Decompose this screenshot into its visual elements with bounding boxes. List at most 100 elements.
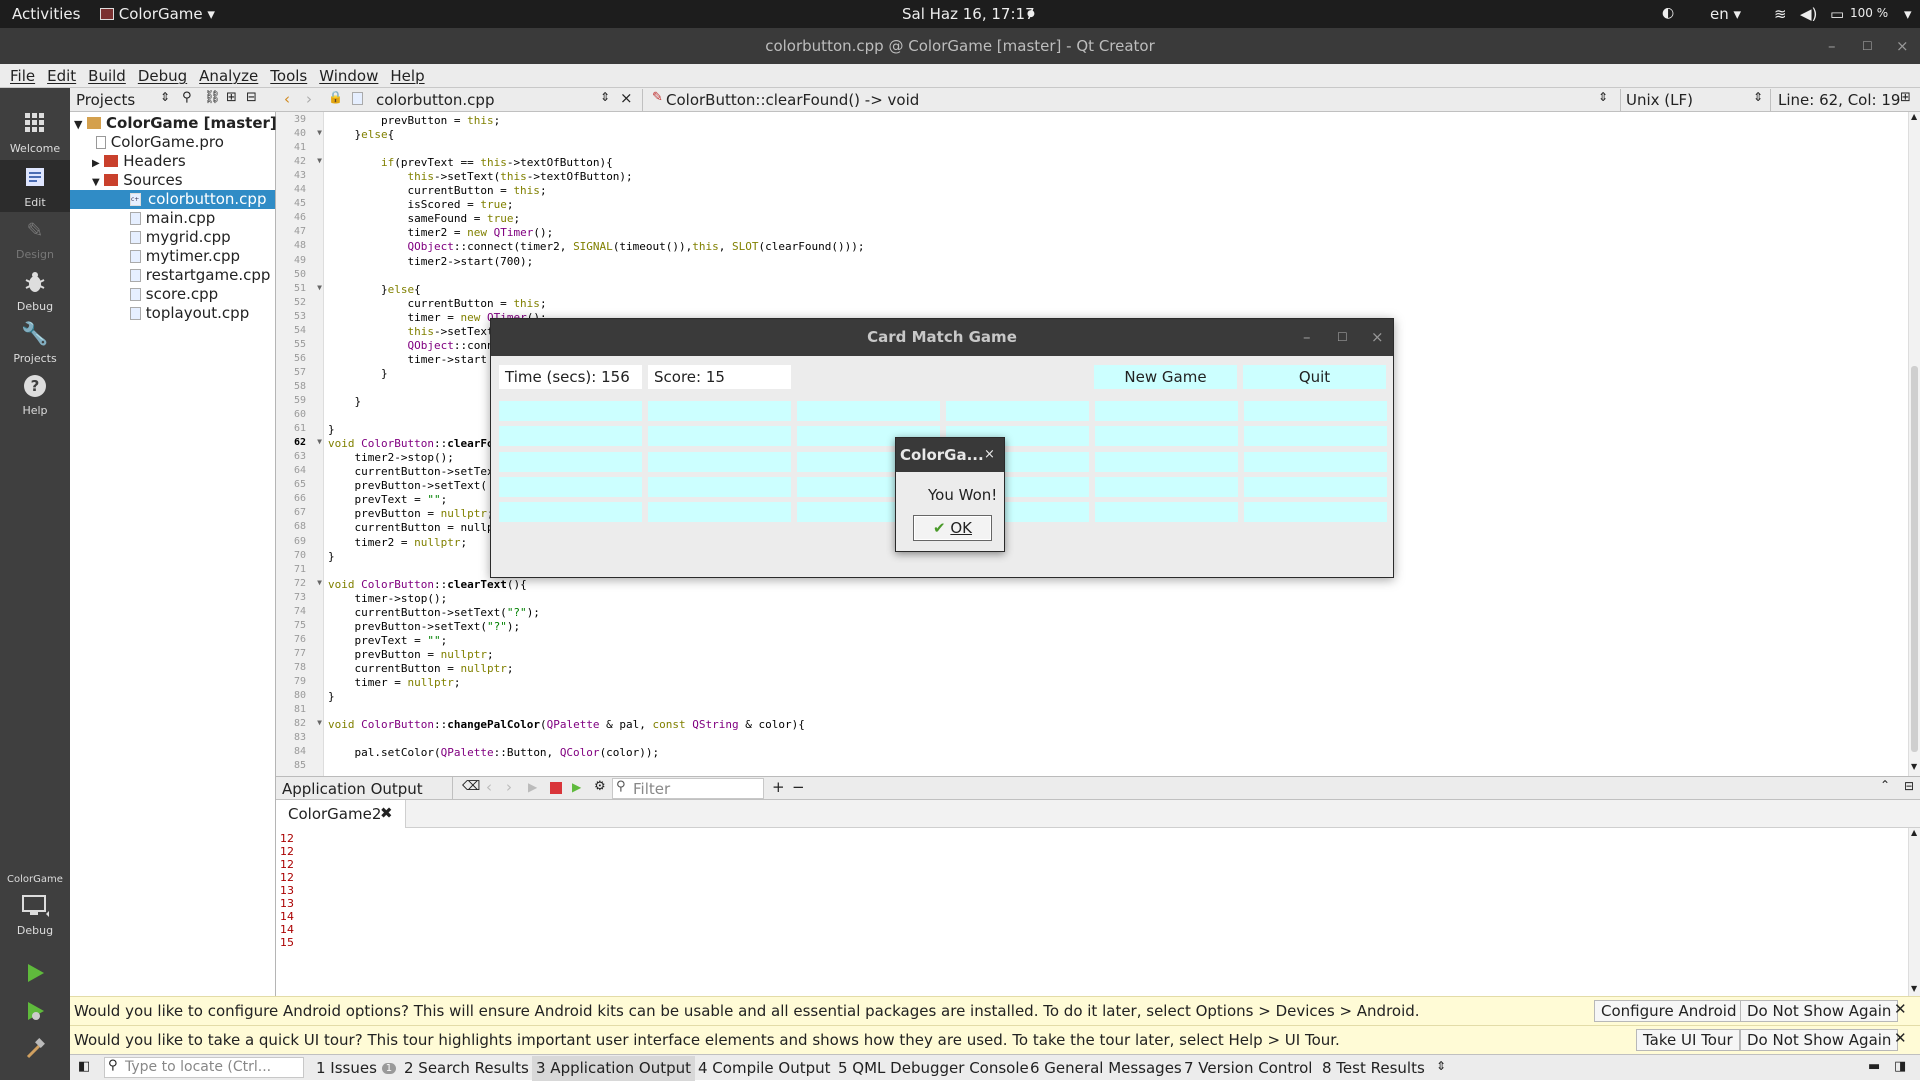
fold-marker-icon[interactable]: ▼ — [312, 283, 322, 292]
fold-marker-icon[interactable]: ▼ — [312, 578, 322, 587]
toggle-sidebar-icon[interactable]: ◧ — [78, 1059, 90, 1074]
menu-analyze[interactable]: Analyze — [193, 64, 264, 85]
card-button[interactable] — [1244, 426, 1387, 446]
pane-tab-general-messages[interactable]: 6 General Messages — [1030, 1059, 1182, 1077]
editor-scrollbar[interactable]: ▲ ▼ — [1908, 112, 1920, 776]
tree-item-pro[interactable]: ColorGame.pro — [96, 133, 224, 152]
close-icon[interactable]: × — [1896, 28, 1909, 64]
menu-help[interactable]: Help — [384, 64, 430, 85]
menu-window[interactable]: Window — [313, 64, 384, 85]
line-ending-combo[interactable]: Unix (LF) — [1620, 91, 1693, 109]
fold-marker-icon[interactable]: ▼ — [312, 156, 322, 165]
build-button[interactable] — [0, 1038, 70, 1063]
card-button[interactable] — [648, 426, 791, 446]
prev-icon[interactable]: ‹ — [486, 778, 492, 796]
forward-icon[interactable]: › — [306, 90, 312, 108]
progress-toggle-icon[interactable]: ▬ — [1868, 1059, 1880, 1074]
pane-tab-search-results[interactable]: 2 Search Results — [404, 1059, 529, 1077]
tree-root[interactable]: ▼ ColorGame [master] — [74, 114, 277, 133]
wifi-icon[interactable]: ≋ — [1774, 5, 1787, 23]
card-button[interactable] — [797, 401, 940, 421]
battery-icon[interactable]: ▭ — [1830, 5, 1844, 23]
do-not-show-again-button[interactable]: Do Not Show Again — [1740, 1000, 1899, 1022]
tree-file-score[interactable]: score.cpp — [130, 285, 218, 304]
close-infobar-icon[interactable]: ✕ — [1894, 1000, 1907, 1018]
tree-file-mytimer[interactable]: mytimer.cpp — [130, 247, 240, 266]
pane-tab-application-output[interactable]: 3 Application Output — [532, 1056, 695, 1081]
card-button[interactable] — [499, 401, 642, 421]
tree-file-main[interactable]: main.cpp — [130, 209, 215, 228]
open-file-combo[interactable]: colorbutton.cpp — [376, 91, 494, 109]
combo-arrows-icon[interactable]: ⇕ — [1753, 90, 1763, 104]
card-button[interactable] — [1244, 452, 1387, 472]
menu-build[interactable]: Build — [82, 64, 132, 85]
scroll-down-icon[interactable]: ▼ — [1911, 984, 1917, 993]
quit-button[interactable]: Quit — [1243, 365, 1386, 389]
pane-tab-issues[interactable]: 1 Issues 1 — [316, 1059, 397, 1077]
card-button[interactable] — [1095, 502, 1238, 522]
language-indicator[interactable]: en ▾ — [1710, 5, 1741, 23]
scroll-up-icon[interactable]: ▲ — [1911, 828, 1917, 837]
fold-marker-icon[interactable]: ▼ — [312, 718, 322, 727]
toggle-output-icon[interactable]: ◨ — [1894, 1059, 1906, 1074]
new-game-button[interactable]: New Game — [1094, 365, 1237, 389]
card-button[interactable] — [1244, 401, 1387, 421]
split-icon[interactable]: ⊞ — [226, 90, 237, 105]
more-tabs-icon[interactable]: ⇕ — [1436, 1059, 1446, 1073]
maximize-icon[interactable]: ☐ — [1337, 319, 1348, 356]
debug-attach-icon[interactable]: ▶ — [572, 780, 581, 794]
projects-selector[interactable]: Projects — [76, 91, 135, 109]
card-button[interactable] — [648, 477, 791, 497]
selector-arrows-icon[interactable]: ⇕ — [160, 90, 170, 104]
pane-tab-version-control[interactable]: 7 Version Control — [1184, 1059, 1312, 1077]
link-icon[interactable]: ⛓ — [204, 90, 221, 105]
volume-icon[interactable]: ◀) — [1800, 5, 1817, 23]
clear-output-icon[interactable]: ⌫ — [462, 779, 480, 794]
card-button[interactable] — [1095, 452, 1238, 472]
mode-projects[interactable]: 🔧 Projects — [0, 316, 70, 365]
output-tab[interactable]: ColorGame2 ✖ — [276, 800, 406, 828]
card-button[interactable] — [648, 401, 791, 421]
close-icon[interactable]: × — [984, 438, 995, 472]
output-text-area[interactable]: 12 12 12 12 13 13 14 14 15 ▲ ▼ — [276, 828, 1920, 996]
card-button[interactable] — [648, 452, 791, 472]
output-scrollbar[interactable]: ▲ ▼ — [1908, 828, 1920, 996]
tree-file-toplayout[interactable]: toplayout.cpp — [130, 304, 249, 323]
combo-arrows-icon[interactable]: ⇕ — [600, 90, 610, 104]
activities-button[interactable]: Activities — [12, 5, 80, 23]
kit-selector[interactable]: Debug — [0, 888, 70, 937]
clock[interactable]: Sal Haz 16, 17:17 — [902, 5, 1035, 23]
split-editor-icon[interactable]: ⊞ — [1900, 90, 1911, 105]
close-pane-icon[interactable]: ⊟ — [246, 90, 257, 105]
pane-tab-compile-output[interactable]: 4 Compile Output — [698, 1059, 831, 1077]
mode-edit[interactable]: Edit — [0, 160, 70, 212]
configure-android-button[interactable]: Configure Android — [1594, 1000, 1744, 1022]
close-pane-icon[interactable]: ⊟ — [1904, 779, 1914, 793]
maximize-icon[interactable]: ☐ — [1862, 28, 1873, 64]
take-ui-tour-button[interactable]: Take UI Tour — [1636, 1029, 1740, 1051]
menu-tools[interactable]: Tools — [264, 64, 313, 85]
close-file-icon[interactable]: × — [620, 89, 633, 107]
symbol-combo[interactable]: ColorButton::clearFound() -> void — [666, 91, 919, 109]
card-button[interactable] — [946, 401, 1089, 421]
card-button[interactable] — [1095, 477, 1238, 497]
minimize-icon[interactable]: – — [1303, 319, 1311, 356]
next-icon[interactable]: › — [506, 778, 512, 796]
card-button[interactable] — [1244, 477, 1387, 497]
scroll-down-icon[interactable]: ▼ — [1911, 762, 1917, 771]
expand-arrow-icon[interactable]: ▼ — [74, 118, 82, 131]
pane-tab-qml-console[interactable]: 5 QML Debugger Console — [838, 1059, 1029, 1077]
scrollbar-handle[interactable] — [1911, 366, 1918, 752]
menu-debug[interactable]: Debug — [132, 64, 193, 85]
run-button[interactable] — [0, 962, 70, 987]
card-button[interactable] — [1095, 401, 1238, 421]
card-button[interactable] — [499, 477, 642, 497]
do-not-show-again-button[interactable]: Do Not Show Again — [1740, 1029, 1899, 1051]
minimize-icon[interactable]: – — [1828, 28, 1836, 64]
fold-marker-icon[interactable]: ▼ — [312, 437, 322, 446]
zoom-out-icon[interactable]: − — [792, 778, 805, 796]
stop-icon[interactable] — [550, 782, 562, 794]
fold-marker-icon[interactable]: ▼ — [312, 128, 322, 137]
card-button[interactable] — [499, 426, 642, 446]
tree-item-headers[interactable]: ▶ Headers — [92, 152, 186, 171]
